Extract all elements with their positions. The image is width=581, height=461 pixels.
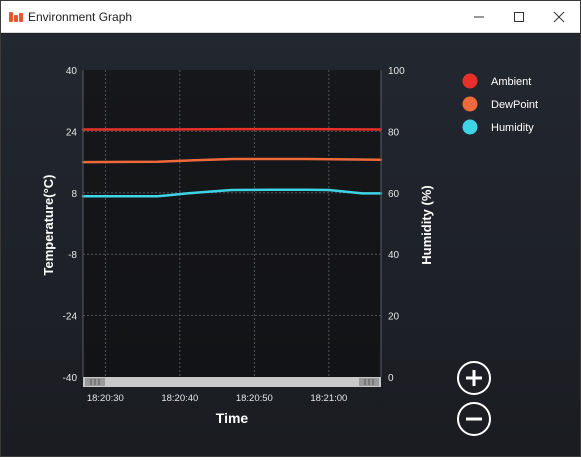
minimize-button[interactable] bbox=[459, 1, 499, 33]
left-tick-label: -40 bbox=[63, 373, 78, 384]
right-tick-label: 80 bbox=[388, 127, 400, 138]
legend-item-humidity: Humidity bbox=[463, 120, 535, 135]
right-tick-label: 60 bbox=[388, 189, 400, 200]
right-axis-label: Humidity (%) bbox=[419, 185, 434, 264]
left-tick-label: 8 bbox=[71, 189, 77, 200]
right-tick-label: 100 bbox=[388, 66, 405, 77]
left-axis-label: Temperature(°C) bbox=[41, 174, 56, 275]
legend-item-ambient: Ambient bbox=[463, 74, 532, 89]
left-axis-ticks: 40 24 8 -8 -24 -40 bbox=[63, 66, 78, 384]
maximize-button[interactable] bbox=[499, 1, 539, 33]
close-icon bbox=[553, 11, 565, 23]
left-tick-label: -8 bbox=[68, 250, 77, 261]
legend-label: Ambient bbox=[491, 76, 531, 88]
maximize-icon bbox=[513, 11, 525, 23]
legend-marker bbox=[463, 120, 478, 135]
environment-graph-window: Environment Graph bbox=[0, 0, 581, 457]
environment-chart: 40248-8-24-40 100806040200 18:20:3018:20… bbox=[1, 34, 580, 456]
right-axis-ticks: 100 80 60 40 20 0 bbox=[388, 66, 405, 384]
zoom-in-button[interactable] bbox=[458, 362, 490, 394]
right-tick-label: 40 bbox=[388, 250, 400, 261]
plot-area bbox=[83, 70, 381, 377]
legend: Ambient DewPoint Humidity bbox=[463, 74, 539, 135]
window-title: Environment Graph bbox=[28, 10, 132, 24]
zoom-out-button[interactable] bbox=[458, 403, 490, 435]
plus-circle-icon bbox=[466, 370, 482, 386]
app-icon bbox=[9, 11, 23, 23]
x-axis-label: Time bbox=[216, 410, 249, 426]
right-tick-label: 20 bbox=[388, 312, 400, 323]
legend-label: DewPoint bbox=[491, 99, 538, 111]
x-tick-label: 18:20:50 bbox=[236, 393, 273, 404]
x-tick-label: 18:21:00 bbox=[310, 393, 347, 404]
chart-area: 40248-8-24-40 100806040200 18:20:3018:20… bbox=[1, 34, 580, 456]
left-tick-label: -24 bbox=[63, 312, 78, 323]
legend-label: Humidity bbox=[491, 122, 534, 134]
x-tick-label: 18:20:40 bbox=[161, 393, 198, 404]
x-tick-label: 18:20:30 bbox=[87, 393, 124, 404]
x-axis-ticks: 18:20:30 18:20:40 18:20:50 18:21:00 bbox=[87, 393, 347, 404]
close-button[interactable] bbox=[539, 1, 579, 33]
minimize-icon bbox=[473, 11, 485, 23]
left-tick-label: 24 bbox=[66, 127, 78, 138]
legend-marker bbox=[463, 97, 478, 112]
left-tick-label: 40 bbox=[66, 66, 78, 77]
legend-marker bbox=[463, 74, 478, 89]
title-bar[interactable]: Environment Graph bbox=[1, 1, 580, 33]
legend-item-dewpoint: DewPoint bbox=[463, 97, 539, 112]
time-scrollbar[interactable] bbox=[83, 377, 381, 387]
right-tick-label: 0 bbox=[388, 373, 394, 384]
